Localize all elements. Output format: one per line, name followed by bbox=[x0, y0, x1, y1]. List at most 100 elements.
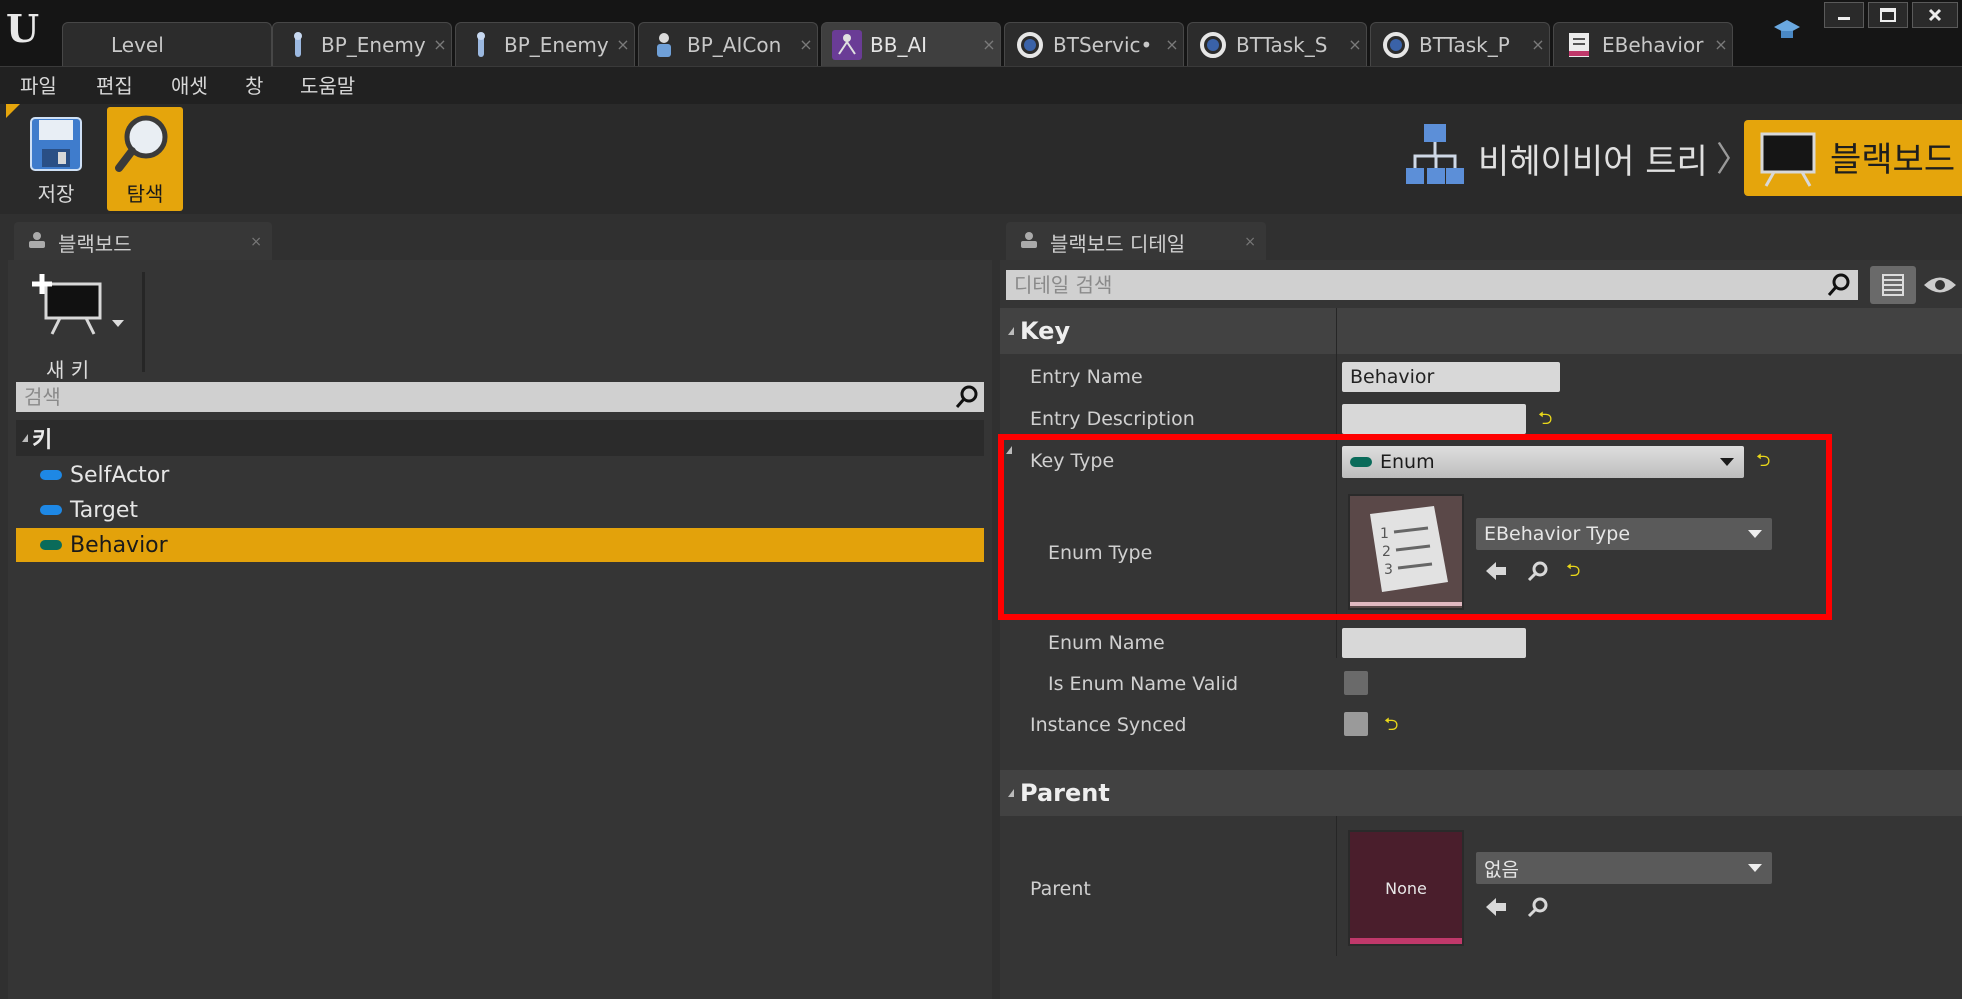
close-window-button[interactable] bbox=[1912, 2, 1958, 28]
enum-asset-thumbnail[interactable]: 1 2 3 bbox=[1348, 494, 1464, 610]
blackboard-tab-icon bbox=[26, 230, 48, 255]
column-divider bbox=[1336, 308, 1337, 658]
blackboard-asset-icon bbox=[832, 29, 862, 60]
tab-bttask-s[interactable]: BTTask_S × bbox=[1187, 22, 1367, 66]
menu-file[interactable]: 파일 bbox=[20, 67, 57, 105]
details-search-placeholder: 디테일 검색 bbox=[1014, 273, 1113, 297]
parent-asset-thumbnail[interactable]: None bbox=[1348, 830, 1464, 946]
task-icon bbox=[1198, 30, 1228, 60]
maximize-button[interactable] bbox=[1868, 2, 1908, 28]
close-icon[interactable]: × bbox=[250, 234, 262, 250]
parent-section-header[interactable]: Parent bbox=[1000, 770, 1962, 816]
tab-level[interactable]: Level bbox=[62, 22, 272, 66]
browse-label: 탐색 bbox=[126, 182, 164, 206]
breadcrumb-behavior-tree[interactable]: 비헤이비어 트리 bbox=[1478, 134, 1708, 183]
expand-triangle-icon[interactable] bbox=[1008, 789, 1014, 797]
tab-label: EBehavior bbox=[1602, 32, 1704, 57]
close-icon[interactable]: × bbox=[1244, 234, 1256, 250]
details-tab-icon bbox=[1018, 230, 1040, 255]
new-key-label: 새 키 bbox=[46, 358, 90, 382]
minimize-button[interactable] bbox=[1824, 2, 1864, 28]
parent-dropdown[interactable]: 없음 bbox=[1476, 852, 1772, 884]
entry-name-field[interactable]: Behavior bbox=[1342, 362, 1560, 392]
enum-type-label: Enum Type bbox=[1048, 542, 1153, 564]
parent-thumb-text: None bbox=[1385, 878, 1427, 898]
svg-text:3: 3 bbox=[1384, 562, 1393, 578]
breadcrumb-blackboard-mode[interactable]: 블랙보드 bbox=[1744, 120, 1962, 196]
close-icon[interactable]: × bbox=[429, 35, 451, 54]
visibility-eye-icon[interactable] bbox=[1922, 272, 1958, 298]
browse-asset-magnifier-icon[interactable] bbox=[1526, 560, 1550, 586]
menu-asset[interactable]: 애셋 bbox=[171, 67, 208, 105]
tab-bb-ai[interactable]: BB_AI × bbox=[821, 22, 1001, 66]
save-label: 저장 bbox=[37, 182, 75, 206]
close-icon[interactable]: × bbox=[1344, 35, 1366, 54]
key-type-dropdown[interactable]: Enum bbox=[1342, 446, 1744, 478]
enum-name-field[interactable] bbox=[1342, 628, 1526, 658]
tab-blackboard-details-panel[interactable]: 블랙보드 디테일 × bbox=[1006, 222, 1266, 262]
character-icon bbox=[283, 30, 313, 60]
new-key-button[interactable]: 새 키 bbox=[28, 272, 128, 382]
expand-triangle-icon[interactable] bbox=[1006, 446, 1012, 454]
key-name: Target bbox=[70, 497, 139, 523]
character-icon bbox=[466, 30, 496, 60]
key-target[interactable]: Target bbox=[16, 493, 984, 527]
enum-name-label: Enum Name bbox=[1048, 632, 1165, 654]
tab-btservice[interactable]: BTServic• × bbox=[1004, 22, 1184, 66]
reset-to-default-icon[interactable]: ⮌ bbox=[1384, 712, 1398, 742]
learn-icon[interactable] bbox=[1772, 18, 1802, 44]
tab-ebehavior[interactable]: EBehavior × bbox=[1553, 22, 1733, 66]
tab-label: BP_Enemy bbox=[504, 32, 609, 57]
use-selected-arrow-icon[interactable] bbox=[1484, 896, 1508, 922]
tab-label: BTServic• bbox=[1053, 32, 1153, 57]
save-button[interactable]: 저장 bbox=[18, 107, 94, 211]
menu-edit[interactable]: 편집 bbox=[96, 67, 133, 105]
instance-synced-checkbox[interactable] bbox=[1344, 712, 1368, 736]
reset-to-default-icon[interactable]: ⮌ bbox=[1566, 558, 1580, 588]
close-icon[interactable]: × bbox=[1527, 35, 1549, 54]
new-key-dropdown-icon[interactable] bbox=[112, 320, 124, 327]
blackboard-tab-title: 블랙보드 bbox=[58, 231, 132, 256]
enum-type-dropdown[interactable]: EBehavior Type bbox=[1476, 518, 1772, 550]
enum-key-pill-icon bbox=[40, 540, 62, 550]
use-selected-arrow-icon[interactable] bbox=[1484, 560, 1508, 586]
task-icon bbox=[1381, 30, 1411, 60]
breadcrumb-blackboard-label: 블랙보드 bbox=[1830, 140, 1956, 180]
close-icon[interactable]: × bbox=[1710, 35, 1732, 54]
object-key-pill-icon bbox=[40, 470, 62, 480]
key-selfactor[interactable]: SelfActor bbox=[16, 458, 984, 492]
tab-blackboard-panel[interactable]: 블랙보드 × bbox=[14, 222, 272, 262]
entry-description-field[interactable] bbox=[1342, 404, 1526, 434]
tab-bp-aicon[interactable]: BP_AICon × bbox=[638, 22, 818, 66]
enum-icon bbox=[1564, 30, 1594, 60]
key-section-header[interactable]: Key bbox=[1000, 308, 1962, 354]
is-enum-name-valid-checkbox[interactable] bbox=[1344, 671, 1368, 695]
view-options-list-icon[interactable] bbox=[1870, 266, 1916, 304]
blackboard-panel: 새 키 검색 키 SelfActor Target Behavior bbox=[8, 260, 992, 999]
tab-label: BP_AICon bbox=[687, 32, 782, 57]
instance-synced-label: Instance Synced bbox=[1030, 714, 1187, 736]
close-icon[interactable]: × bbox=[795, 35, 817, 54]
menu-window[interactable]: 창 bbox=[245, 67, 263, 105]
enum-type-value: EBehavior Type bbox=[1484, 523, 1631, 545]
blackboard-search-input[interactable]: 검색 bbox=[16, 382, 984, 412]
service-icon bbox=[1015, 30, 1045, 60]
reset-to-default-icon[interactable]: ⮌ bbox=[1538, 406, 1552, 436]
expand-triangle-icon[interactable] bbox=[22, 434, 28, 442]
menu-help[interactable]: 도움말 bbox=[300, 67, 355, 105]
expand-triangle-icon[interactable] bbox=[1008, 327, 1014, 335]
close-icon[interactable]: × bbox=[612, 35, 634, 54]
browse-asset-magnifier-icon[interactable] bbox=[1526, 896, 1550, 922]
new-key-blackboard-icon bbox=[32, 272, 112, 342]
browse-button[interactable]: 탐색 bbox=[107, 107, 183, 211]
tab-bttask-p[interactable]: BTTask_P × bbox=[1370, 22, 1550, 66]
key-behavior[interactable]: Behavior bbox=[16, 528, 984, 562]
close-icon[interactable]: × bbox=[978, 35, 1000, 54]
tab-bp-enemy-1[interactable]: BP_Enemy × bbox=[272, 22, 452, 66]
unreal-logo-icon[interactable]: U bbox=[6, 6, 54, 51]
details-search-input[interactable]: 디테일 검색 bbox=[1006, 270, 1858, 300]
reset-to-default-icon[interactable]: ⮌ bbox=[1756, 448, 1770, 478]
keys-category-row[interactable]: 키 bbox=[16, 420, 984, 456]
tab-bp-enemy-2[interactable]: BP_Enemy × bbox=[455, 22, 635, 66]
close-icon[interactable]: × bbox=[1161, 35, 1183, 54]
